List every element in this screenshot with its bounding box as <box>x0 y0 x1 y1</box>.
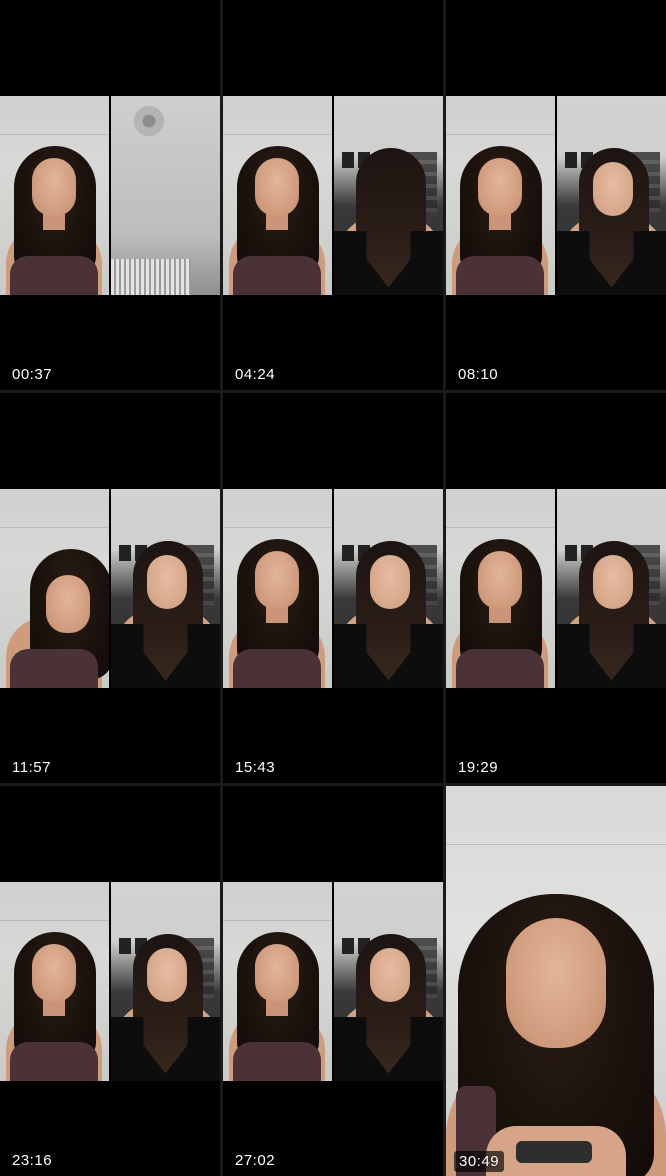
thumbnail-tile[interactable]: 11:57 <box>0 393 220 783</box>
timestamp-label: 23:16 <box>12 1152 53 1169</box>
timestamp-label: 04:24 <box>235 366 276 383</box>
timestamp-label: 15:43 <box>235 759 276 776</box>
video-frame <box>223 489 443 688</box>
thumbnail-tile[interactable]: 27:02 <box>223 786 443 1176</box>
camera-pane-left <box>223 882 332 1081</box>
video-frame <box>446 96 666 295</box>
camera-pane-left <box>0 882 109 1081</box>
camera-pane-right <box>334 96 443 295</box>
camera-pane-left <box>223 96 332 295</box>
camera-pane-right <box>111 96 220 295</box>
camera-pane-left <box>0 96 109 295</box>
thumbnail-grid: 00:37 04:24 08:10 11:57 15:43 19:29 23:1… <box>0 0 666 1176</box>
timestamp-label: 11:57 <box>12 759 51 776</box>
camera-pane-left <box>446 96 555 295</box>
thumbnail-tile[interactable]: 08:10 <box>446 0 666 390</box>
ceiling-fan-graphic <box>129 106 169 136</box>
thumbnail-tile[interactable]: 04:24 <box>223 0 443 390</box>
camera-pane-right <box>557 96 666 295</box>
video-frame <box>223 882 443 1081</box>
timestamp-label: 30:49 <box>454 1151 505 1172</box>
video-frame <box>446 489 666 688</box>
thumbnail-tile[interactable]: 30:49 <box>446 786 666 1176</box>
timestamp-label: 19:29 <box>458 759 499 776</box>
phone-graphic <box>516 1141 592 1163</box>
video-frame <box>0 489 220 688</box>
camera-pane-left <box>446 489 555 688</box>
camera-pane-right <box>111 882 220 1081</box>
camera-pane-right <box>334 882 443 1081</box>
camera-pane-left <box>0 489 109 688</box>
camera-pane-left <box>223 489 332 688</box>
video-frame <box>223 96 443 295</box>
thumbnail-tile[interactable]: 19:29 <box>446 393 666 783</box>
thumbnail-tile[interactable]: 23:16 <box>0 786 220 1176</box>
timestamp-label: 27:02 <box>235 1152 276 1169</box>
camera-pane-right <box>557 489 666 688</box>
video-frame <box>0 882 220 1081</box>
camera-pane-right <box>334 489 443 688</box>
thumbnail-tile[interactable]: 00:37 <box>0 0 220 390</box>
video-frame <box>446 786 666 1176</box>
thumbnail-tile[interactable]: 15:43 <box>223 393 443 783</box>
camera-pane-right <box>111 489 220 688</box>
video-frame <box>0 96 220 295</box>
timestamp-label: 08:10 <box>458 366 499 383</box>
timestamp-label: 00:37 <box>12 366 53 383</box>
